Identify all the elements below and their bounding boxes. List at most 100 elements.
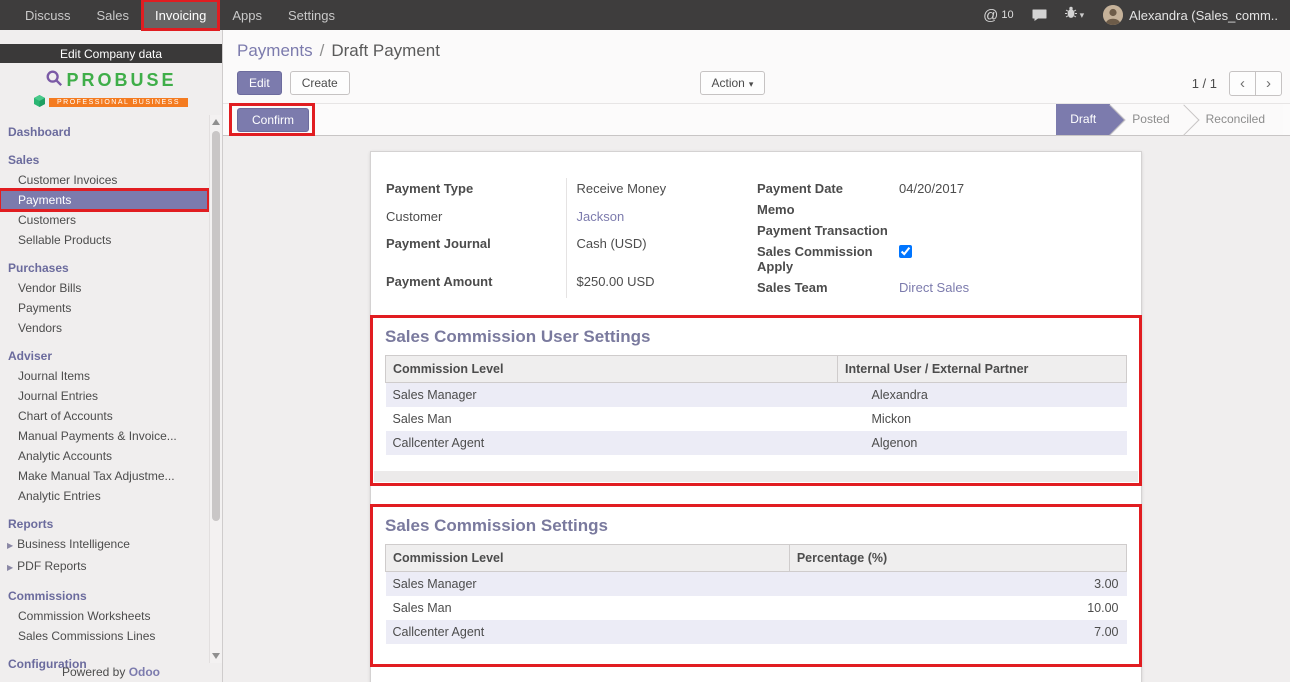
commission-level-cell: Callcenter Agent xyxy=(386,431,838,455)
topbar-right: @ 10 ▾ Alexandra (Sales_comm.. xyxy=(974,0,1290,30)
pager-count: 1 / 1 xyxy=(1192,76,1217,91)
menu-sales[interactable]: Sales xyxy=(84,0,143,30)
dropdown-caret-icon: ▾ xyxy=(1080,10,1085,21)
sidebar-item-customer-invoices[interactable]: Customer Invoices xyxy=(0,170,208,190)
content-area: Payment Type Receive Money Customer Jack… xyxy=(223,137,1290,682)
create-button[interactable]: Create xyxy=(290,71,350,95)
commission-level-cell: Sales Manager xyxy=(386,572,790,597)
commission-user-row[interactable]: Sales Manager Alexandra xyxy=(386,383,1127,408)
breadcrumb-payments[interactable]: Payments xyxy=(237,41,313,60)
commission-user-row[interactable]: Sales Man Mickon xyxy=(386,407,1127,431)
main-menu: Discuss Sales Invoicing Apps Settings xyxy=(0,0,348,30)
pager-next-button[interactable]: › xyxy=(1255,71,1282,96)
customer-link[interactable]: Jackson xyxy=(577,209,625,224)
dropdown-caret-icon: ▾ xyxy=(749,79,754,89)
field-label-sales-team: Sales Team xyxy=(757,277,897,298)
commission-settings-row[interactable]: Sales Manager 3.00 xyxy=(386,572,1127,597)
control-panel-row: Edit Create Action▾ 1 / 1 ‹ › xyxy=(237,71,1282,97)
menu-invoicing[interactable]: Invoicing xyxy=(142,0,219,30)
user-cell: Alexandra xyxy=(838,383,1127,408)
menu-apps[interactable]: Apps xyxy=(219,0,275,30)
company-logo: PROBUSE PROFESSIONAL BUSINESS xyxy=(0,63,222,117)
messages-menu[interactable]: @ 10 xyxy=(974,0,1022,30)
pager-previous-button[interactable]: ‹ xyxy=(1229,71,1256,96)
edit-button[interactable]: Edit xyxy=(237,71,282,95)
breadcrumb-separator: / xyxy=(320,41,325,60)
chat-icon[interactable] xyxy=(1023,0,1056,30)
scroll-down-arrow[interactable] xyxy=(212,653,220,659)
statusbar-pipeline: Draft Posted Reconciled xyxy=(1056,104,1283,135)
commission-user-settings-table: Commission Level Internal User / Externa… xyxy=(385,355,1127,455)
topbar: Discuss Sales Invoicing Apps Settings @ … xyxy=(0,0,1290,30)
sidebar-scrollbar[interactable] xyxy=(209,115,222,663)
action-dropdown[interactable]: Action▾ xyxy=(700,71,766,95)
column-header-commission-level: Commission Level xyxy=(386,545,790,572)
sidebar-item-payments[interactable]: Payments xyxy=(0,190,208,210)
form-left-column: Payment Type Receive Money Customer Jack… xyxy=(386,178,755,298)
scroll-up-arrow[interactable] xyxy=(212,119,220,125)
commission-settings-row[interactable]: Callcenter Agent 7.00 xyxy=(386,620,1127,644)
sidebar-item-vendor-bills[interactable]: Vendor Bills xyxy=(0,278,208,298)
sidebar-heading-reports: Reports xyxy=(0,513,208,534)
field-label-payment-transaction: Payment Transaction xyxy=(757,220,897,241)
sidebar-item-chart-of-accounts[interactable]: Chart of Accounts xyxy=(0,406,208,426)
scrollbar-thumb[interactable] xyxy=(212,131,220,521)
sidebar-item-business-intelligence[interactable]: ▶Business Intelligence xyxy=(0,534,208,556)
sales-team-link[interactable]: Direct Sales xyxy=(899,280,969,295)
odoo-link[interactable]: Odoo xyxy=(129,665,160,679)
menu-settings[interactable]: Settings xyxy=(275,0,348,30)
cube-icon xyxy=(34,94,45,112)
sidebar: Edit Company data PROBUSE PROFESSIONAL B… xyxy=(0,30,223,682)
sidebar-item-commission-worksheets[interactable]: Commission Worksheets xyxy=(0,606,208,626)
field-label-payment-amount: Payment Amount xyxy=(386,271,566,299)
sidebar-item-customers[interactable]: Customers xyxy=(0,210,208,230)
sidebar-item-journal-items[interactable]: Journal Items xyxy=(0,366,208,386)
bug-icon xyxy=(1065,6,1077,24)
sidebar-item-journal-entries[interactable]: Journal Entries xyxy=(0,386,208,406)
commission-level-cell: Callcenter Agent xyxy=(386,620,790,644)
sidebar-item-analytic-entries[interactable]: Analytic Entries xyxy=(0,486,208,506)
sales-commission-apply-checkbox[interactable] xyxy=(899,245,912,258)
payment-type-value: Receive Money xyxy=(566,178,755,206)
column-header-commission-level: Commission Level xyxy=(386,356,838,383)
breadcrumb-current: Draft Payment xyxy=(331,41,440,60)
messages-count: 10 xyxy=(1001,9,1013,21)
sidebar-heading-commissions: Commissions xyxy=(0,585,208,606)
sidebar-item-sellable-products[interactable]: Sellable Products xyxy=(0,230,208,250)
payment-date-value: 04/20/2017 xyxy=(897,178,1126,199)
logo-brand-text: PROBUSE xyxy=(66,70,176,91)
field-label-sales-commission-apply: Sales Commission Apply xyxy=(757,241,897,277)
user-menu[interactable]: Alexandra (Sales_comm.. xyxy=(1093,5,1282,25)
confirm-button[interactable]: Confirm xyxy=(237,108,309,132)
sidebar-item-purchases-payments[interactable]: Payments xyxy=(0,298,208,318)
user-cell: Mickon xyxy=(838,407,1127,431)
sidebar-heading-dashboard: Dashboard xyxy=(0,121,208,142)
annotation-user-settings-box: Sales Commission User Settings Commissio… xyxy=(370,315,1142,486)
sidebar-item-manual-payments-invoice[interactable]: Manual Payments & Invoice... xyxy=(0,426,208,446)
form-right-column: Payment Date 04/20/2017 Memo Payment Tra… xyxy=(757,178,1126,298)
debug-menu[interactable]: ▾ xyxy=(1056,0,1094,30)
sidebar-item-analytic-accounts[interactable]: Analytic Accounts xyxy=(0,446,208,466)
odoo-app: Discuss Sales Invoicing Apps Settings @ … xyxy=(0,0,1290,682)
form-sheet: Payment Type Receive Money Customer Jack… xyxy=(370,151,1142,682)
percentage-cell: 10.00 xyxy=(789,596,1126,620)
sidebar-item-vendors[interactable]: Vendors xyxy=(0,318,208,338)
stage-draft[interactable]: Draft xyxy=(1056,104,1110,135)
logo-tagline-text: PROFESSIONAL BUSINESS xyxy=(49,98,188,107)
payment-journal-value: Cash (USD) xyxy=(566,233,755,261)
column-header-internal-user: Internal User / External Partner xyxy=(838,356,1127,383)
menu-discuss[interactable]: Discuss xyxy=(12,0,84,30)
field-label-payment-date: Payment Date xyxy=(757,178,897,199)
section-title-settings: Sales Commission Settings xyxy=(385,516,1139,536)
sidebar-item-make-manual-tax-adjustment[interactable]: Make Manual Tax Adjustme... xyxy=(0,466,208,486)
edit-company-button[interactable]: Edit Company data xyxy=(0,44,222,63)
field-label-payment-type: Payment Type xyxy=(386,178,566,206)
breadcrumb: Payments / Draft Payment xyxy=(223,30,1290,61)
sidebar-item-sales-commissions-lines[interactable]: Sales Commissions Lines xyxy=(0,626,208,646)
sidebar-item-pdf-reports[interactable]: ▶PDF Reports xyxy=(0,556,208,578)
commission-user-row[interactable]: Callcenter Agent Algenon xyxy=(386,431,1127,455)
commission-level-cell: Sales Man xyxy=(386,596,790,620)
at-icon: @ xyxy=(983,7,998,24)
column-header-percentage: Percentage (%) xyxy=(789,545,1126,572)
commission-settings-row[interactable]: Sales Man 10.00 xyxy=(386,596,1127,620)
